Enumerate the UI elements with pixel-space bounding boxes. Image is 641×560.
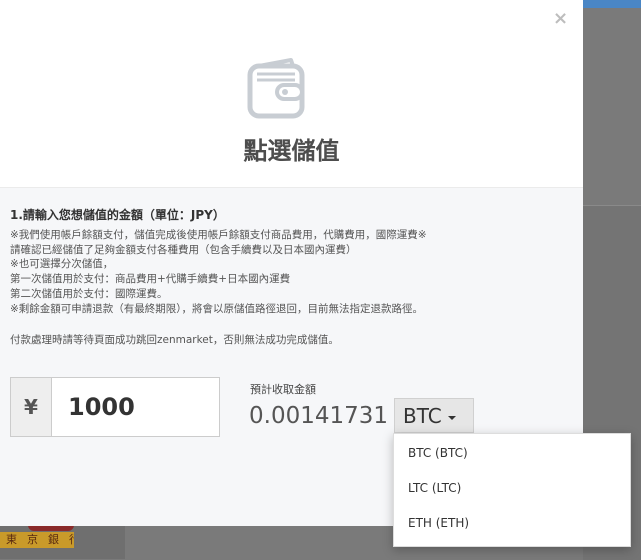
close-button[interactable]: × [553, 9, 568, 29]
note-line: 第一次儲值用於支付：商品費用+代購手續費+日本國內運費 [10, 273, 291, 286]
note-line: ※我們使用帳戶餘額支付，儲值完成後使用帳戶餘額支付商品費用，代購費用，國際運費※ [10, 229, 427, 241]
crypto-dropdown-menu: BTC (BTC) LTC (LTC) ETH (ETH) [393, 433, 631, 547]
background-topbar [583, 0, 641, 8]
step-title: 1.請輸入您想儲值的金額（單位：JPY） [10, 208, 225, 222]
modal-title: 點選儲值 [243, 137, 340, 165]
bank-logo: 東京銀行 [0, 532, 74, 548]
crypto-select-value: BTC [403, 403, 442, 428]
note-line: 請確認已經儲值了足夠金額支付各種費用（包含手續費以及日本國內運費） [10, 243, 357, 256]
note-line: 第二次儲值用於支付：國際運費。 [10, 287, 168, 300]
note-line: ※剩餘金額可申請退款（有最終期限），將會以原儲值路徑退回，目前無法指定退款路徑。 [10, 302, 424, 315]
yen-symbol: ¥ [11, 378, 52, 436]
caret-down-icon [447, 415, 456, 420]
dropdown-item-btc[interactable]: BTC (BTC) [394, 436, 630, 471]
dropdown-item-ltc[interactable]: LTC (LTC) [394, 471, 630, 506]
notes-list: ※我們使用帳戶餘額支付，儲值完成後使用帳戶餘額支付商品費用，代購費用，國際運費※… [10, 228, 427, 316]
estimate-value: 0.00141731 [249, 403, 389, 429]
wallet-icon [247, 58, 305, 119]
payment-note: 付款處理時請等待頁面成功跳回zenmarket，否則無法成功完成儲值。 [10, 334, 339, 346]
note-line: ※也可選擇分次儲值， [10, 258, 114, 271]
amount-input-group: ¥ [10, 377, 220, 437]
dropdown-item-eth[interactable]: ETH (ETH) [394, 506, 630, 541]
amount-input[interactable] [52, 378, 219, 436]
crypto-select-button[interactable]: BTC [394, 398, 474, 433]
estimate-label: 預計收取金額 [250, 383, 316, 396]
